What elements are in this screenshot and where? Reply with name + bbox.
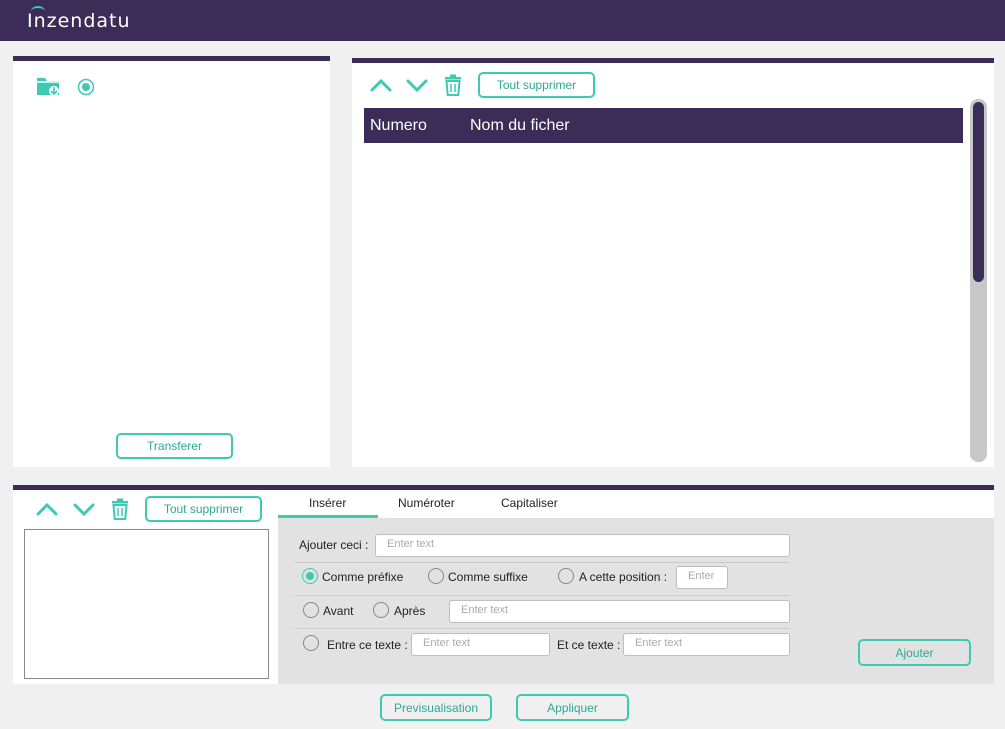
rule-up-icon[interactable] — [35, 500, 59, 518]
clear-all-files-button[interactable]: Tout supprimer — [478, 72, 595, 98]
before-after-input[interactable]: Enter text — [449, 600, 790, 623]
add-rule-button[interactable]: Ajouter — [858, 639, 971, 666]
between-label: Entre ce texte : — [327, 638, 408, 652]
position-radio[interactable] — [558, 568, 574, 584]
position-label: A cette position : — [579, 570, 668, 584]
folder-download-icon[interactable] — [36, 74, 62, 98]
separator-2 — [295, 595, 790, 596]
file-table-header: Numero Nom du ficher — [364, 108, 963, 143]
preview-button[interactable]: Previsualisation — [380, 694, 492, 721]
prefix-radio[interactable] — [302, 568, 318, 584]
column-header-number[interactable]: Numero — [370, 117, 427, 135]
after-label: Après — [394, 604, 426, 618]
and-input[interactable]: Enter text — [623, 633, 790, 656]
app-title-bar: Inzendatu — [0, 0, 1005, 41]
chevron-down-icon[interactable] — [405, 76, 429, 94]
suffix-radio[interactable] — [428, 568, 444, 584]
before-radio[interactable] — [303, 602, 319, 618]
prefix-label: Comme préfixe — [322, 570, 404, 584]
suffix-label: Comme suffixe — [448, 570, 528, 584]
between-radio[interactable] — [303, 635, 319, 651]
and-label: Et ce texte : — [557, 638, 621, 652]
add-this-label: Ajouter ceci : — [299, 538, 369, 552]
rule-down-icon[interactable] — [72, 500, 96, 518]
tab-insert[interactable]: Insérer — [309, 496, 346, 510]
chevron-up-icon[interactable] — [369, 76, 393, 94]
rules-list[interactable] — [24, 529, 269, 679]
column-header-filename[interactable]: Nom du ficher — [470, 117, 570, 135]
add-this-input[interactable]: Enter text — [375, 534, 790, 557]
tab-number[interactable]: Numéroter — [398, 496, 455, 510]
app-logo: Inzendatu — [27, 10, 131, 32]
trash-icon[interactable] — [443, 74, 463, 96]
position-input[interactable]: Enter — [676, 566, 728, 589]
file-list-scroll-thumb[interactable] — [973, 102, 984, 282]
transfer-button[interactable]: Transferer — [116, 433, 233, 459]
rule-trash-icon[interactable] — [110, 498, 130, 520]
separator-3 — [295, 628, 790, 629]
between-input[interactable]: Enter text — [411, 633, 550, 656]
clear-all-rules-button[interactable]: Tout supprimer — [145, 496, 262, 522]
separator-1 — [295, 562, 790, 563]
tab-capitalize[interactable]: Capitaliser — [501, 496, 558, 510]
before-label: Avant — [323, 604, 354, 618]
source-panel — [13, 56, 330, 467]
radio-target-icon[interactable] — [77, 78, 95, 96]
apply-button[interactable]: Appliquer — [516, 694, 629, 721]
after-radio[interactable] — [373, 602, 389, 618]
